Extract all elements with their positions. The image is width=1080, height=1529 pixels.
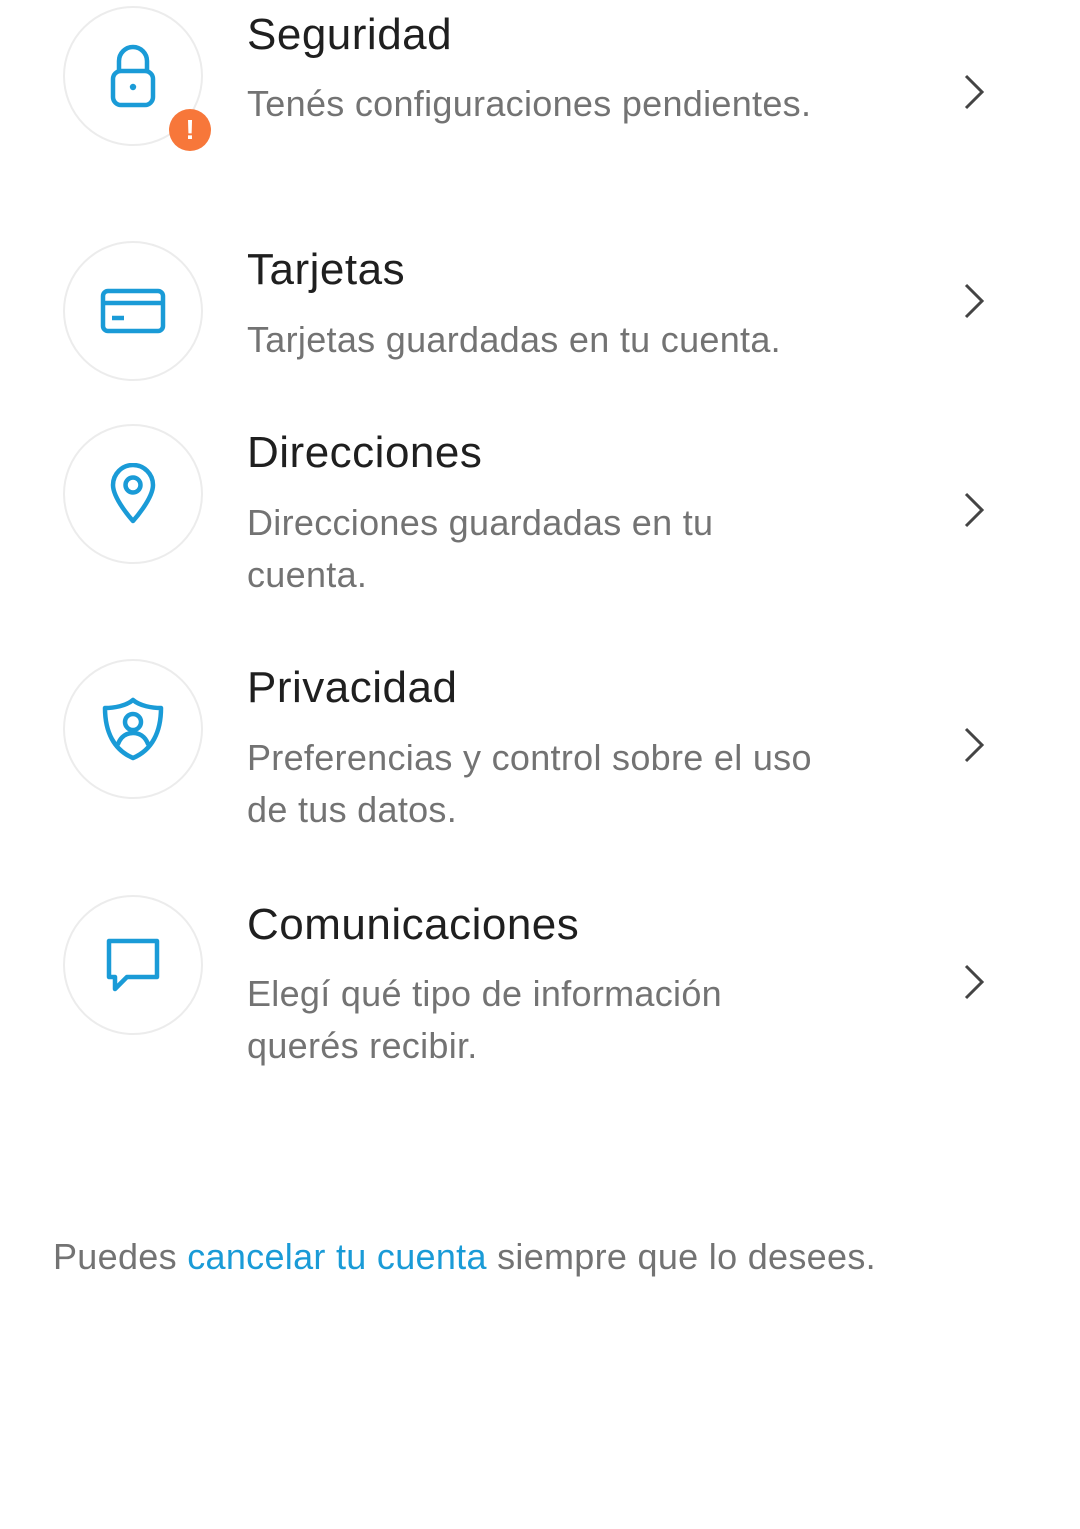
seguridad-icon-circle: ! bbox=[63, 6, 211, 151]
direcciones-icon-circle bbox=[63, 424, 203, 564]
tarjetas-icon-circle bbox=[63, 241, 203, 381]
chevron-right-icon bbox=[964, 492, 985, 528]
chevron-right-icon bbox=[964, 964, 985, 1000]
shield-user-icon bbox=[102, 697, 164, 761]
lock-icon bbox=[110, 44, 156, 108]
menu-item-tarjetas[interactable]: Tarjetas Tarjetas guardadas en tu cuenta… bbox=[0, 238, 1080, 398]
privacidad-title: Privacidad bbox=[247, 663, 458, 712]
credit-card-icon bbox=[100, 288, 166, 334]
tarjetas-description: Tarjetas guardadas en tu cuenta. bbox=[247, 319, 781, 360]
tarjetas-title: Tarjetas bbox=[247, 245, 406, 294]
footer-text-before: Puedes bbox=[53, 1236, 188, 1277]
seguridad-description: Tenés configuraciones pendientes. bbox=[247, 83, 812, 124]
direcciones-description: Direcciones guardadas en tu cuenta. bbox=[247, 502, 714, 595]
chevron-right-icon bbox=[964, 283, 985, 319]
footer-text-after: siempre que lo desees. bbox=[486, 1236, 876, 1277]
comunicaciones-description: Elegí qué tipo de información querés rec… bbox=[247, 973, 722, 1066]
cancel-account-link[interactable]: cancelar tu cuenta bbox=[187, 1236, 487, 1277]
location-pin-icon bbox=[110, 463, 156, 524]
chevron-right-icon bbox=[964, 74, 985, 110]
seguridad-title: Seguridad bbox=[247, 10, 453, 59]
cancel-account-note: Puedes cancelar tu cuenta siempre que lo… bbox=[53, 1232, 876, 1282]
privacidad-description: Preferencias y control sobre el uso de t… bbox=[247, 737, 812, 830]
chat-bubble-icon bbox=[106, 938, 160, 992]
comunicaciones-icon-circle bbox=[63, 895, 203, 1035]
menu-item-comunicaciones[interactable]: Comunicaciones Elegí qué tipo de informa… bbox=[0, 892, 1080, 1092]
warning-badge: ! bbox=[169, 109, 211, 151]
menu-item-seguridad[interactable]: ! Seguridad Tenés configuraciones pendie… bbox=[0, 0, 1080, 205]
direcciones-title: Direcciones bbox=[247, 428, 483, 477]
comunicaciones-title: Comunicaciones bbox=[247, 900, 580, 949]
privacidad-icon-circle bbox=[63, 659, 203, 799]
menu-item-direcciones[interactable]: Direcciones Direcciones guardadas en tu … bbox=[0, 420, 1080, 620]
chevron-right-icon bbox=[964, 727, 985, 763]
menu-item-privacidad[interactable]: Privacidad Preferencias y control sobre … bbox=[0, 655, 1080, 855]
